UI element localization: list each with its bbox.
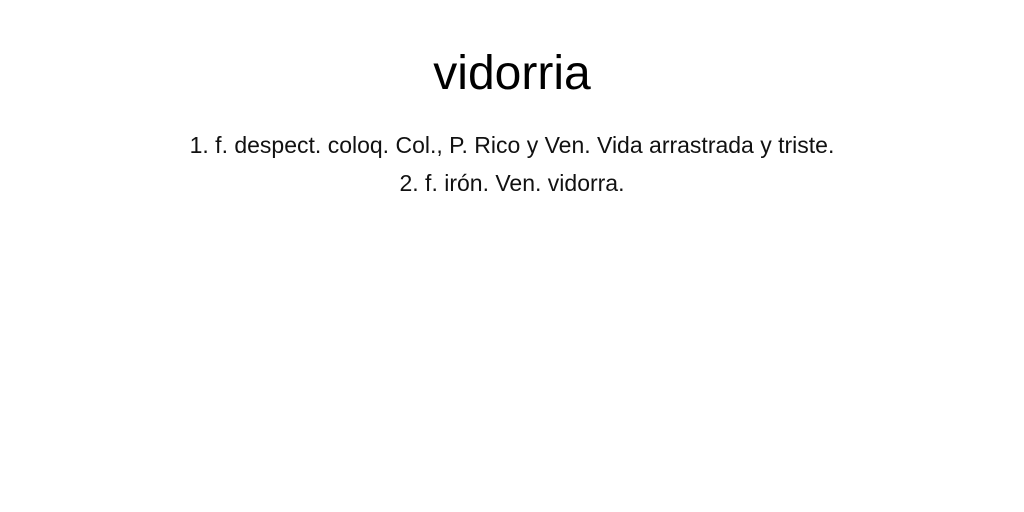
sense-definition-1: 1. f. despect. coloq. Col., P. Rico y Ve…: [189, 132, 835, 158]
sense-definition-2: 2. f. irón. Ven. vidorra.: [399, 170, 625, 196]
entry-headword: vidorria: [433, 47, 591, 100]
